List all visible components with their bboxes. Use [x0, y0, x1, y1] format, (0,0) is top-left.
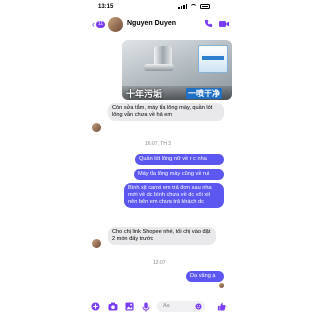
message-text: Da vâng ạ: [190, 273, 216, 279]
unread-count-badge: 11: [96, 21, 106, 28]
message-text: Cho chị link Shopee nhé, tối chị vào đặt…: [112, 229, 211, 242]
shared-image[interactable]: 十年污垢 一喷干净: [122, 40, 232, 100]
plus-icon[interactable]: [91, 302, 100, 311]
image-caption-accent: 一喷干净: [186, 88, 222, 99]
phone-icon[interactable]: [204, 19, 213, 28]
camera-icon[interactable]: [108, 302, 118, 311]
chat-header: ‹ 11 Nguyen Duyen: [0, 14, 320, 36]
signal-icon: [178, 4, 187, 9]
message-timestamp: 12:07: [153, 260, 166, 266]
seen-avatar: [219, 283, 224, 288]
contact-avatar[interactable]: [108, 17, 123, 32]
status-time: 13:15: [98, 4, 114, 10]
message-incoming[interactable]: Cho chị link Shopee nhé, tối chị vào đặt…: [108, 227, 216, 245]
image-caption-bar: 十年污垢 一喷干净: [122, 86, 232, 100]
message-outgoing[interactable]: Máy tỉa lông mày cũng về rui: [134, 169, 224, 180]
microphone-icon[interactable]: [142, 302, 150, 312]
image-icon[interactable]: [125, 302, 134, 311]
message-outgoing[interactable]: Bình xịt canxi em trả đơn sau nha mới về…: [124, 183, 224, 208]
message-timestamp: 16:07, TH 3: [145, 141, 172, 147]
sender-avatar: [92, 123, 101, 132]
battery-icon: [200, 4, 210, 9]
status-icons: [178, 4, 210, 9]
message-text: Máy tỉa lông mày cũng về rui: [138, 171, 210, 177]
message-text: Bình xịt canxi em trả đơn sau nha mới về…: [128, 185, 212, 205]
emoji-icon[interactable]: [195, 303, 202, 310]
back-button[interactable]: ‹ 11: [92, 19, 106, 29]
chevron-left-icon: ‹: [92, 19, 95, 29]
wifi-icon: [190, 4, 197, 9]
product-stripe: [202, 56, 224, 60]
faucet-illustration: [154, 46, 172, 66]
message-input[interactable]: Aa: [157, 301, 205, 312]
faucet-spout-illustration: [144, 64, 174, 71]
video-call-icon[interactable]: [219, 20, 229, 28]
image-caption: 十年污垢: [126, 89, 163, 99]
message-text: Quần lót lông nữ về r c nha: [139, 156, 207, 162]
message-incoming[interactable]: Còn sửa tắm, máy tỉa lông mày, quần lót …: [108, 103, 224, 121]
message-text: Còn sửa tắm, máy tỉa lông mày, quần lót …: [112, 105, 213, 118]
contact-name[interactable]: Nguyen Duyen: [127, 20, 176, 27]
like-icon[interactable]: [217, 302, 226, 311]
product-box-illustration: [198, 45, 228, 73]
message-outgoing[interactable]: Quần lót lông nữ về r c nha: [135, 154, 224, 165]
message-outgoing[interactable]: Da vâng ạ: [186, 271, 224, 282]
message-input-placeholder: Aa: [163, 303, 170, 309]
sender-avatar: [92, 239, 101, 248]
